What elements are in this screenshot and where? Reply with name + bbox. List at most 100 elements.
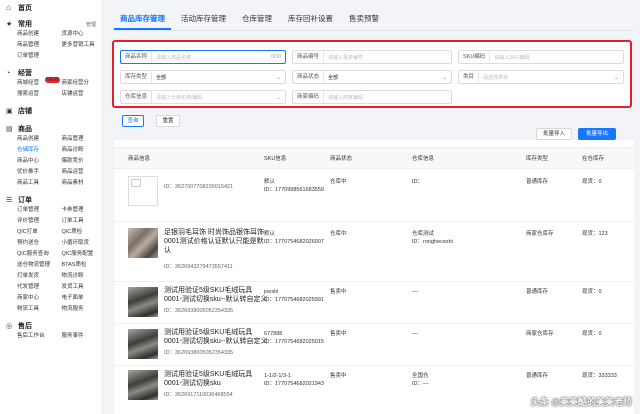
merchant-code-field[interactable]: 商家编码 请输入商家编码 [292, 90, 452, 104]
warehouse-name: — [412, 331, 418, 337]
sidebar-item[interactable]: 商品运营 [62, 168, 103, 177]
product-name-field[interactable]: 商品名称 请输入商品名称 0/30 [120, 50, 286, 64]
product-name[interactable]: 测试用验证5级SKU毛绒玩具0001-测试切换sku [164, 370, 268, 388]
main-content: 商品库存管理 活动库存管理 仓库管理 库存回补设置 售卖预警 商品名称 请输入商… [104, 0, 640, 414]
sidebar-section-header[interactable]: ★ 常用 管理 [0, 18, 102, 30]
warehouse-id: ID：rongheceshi [412, 239, 453, 245]
sidebar-section-header[interactable]: ☰ 订单 [0, 194, 102, 206]
stock-type: 商家仓库存 [526, 231, 554, 237]
sku-name: 默认 [264, 231, 276, 237]
sidebar-item[interactable]: 服务事件 [62, 332, 103, 341]
sidebar-item[interactable]: 商品创建 [17, 135, 58, 144]
sidebar-item[interactable]: 小循环取货 [62, 239, 103, 248]
sidebar-item[interactable]: QIC服务配置 [62, 250, 103, 259]
sidebar-item[interactable]: 发货工具 [62, 283, 103, 292]
sidebar-item[interactable]: 订单管理 [17, 52, 58, 61]
sidebar-item[interactable]: 商品工具 [17, 179, 58, 188]
sidebar-item[interactable]: 订单管理 [17, 206, 58, 215]
table-row[interactable]: 测试用验证5级SKU毛绒玩具0001-测试切换sku--默认转自定义 ID：36… [114, 282, 634, 324]
sidebar-item[interactable]: 送仓物流管理 [17, 261, 58, 270]
batch-export-button[interactable]: 批量导出 [578, 128, 616, 140]
sidebar-item[interactable]: QIC打单 [17, 228, 58, 237]
sidebar-item[interactable]: QIC质检 [62, 228, 103, 237]
stock-type-select[interactable]: 库存类型 全部 ⌄ [120, 70, 286, 84]
sidebar-item[interactable]: 商品诊断 [62, 146, 103, 155]
order-icon: ☰ [6, 197, 13, 204]
query-button[interactable]: 查询 [122, 115, 144, 127]
sidebar-item[interactable]: 售后工作台 [17, 332, 58, 341]
sidebar-item[interactable]: 打单发货 [17, 272, 58, 281]
category-placeholder: 请选择类目 [483, 74, 509, 81]
product-name-input[interactable]: 请输入商品名称 [152, 54, 271, 61]
batch-import-button[interactable]: 批量导入 [536, 128, 572, 140]
chart-icon: ◔ [6, 69, 11, 77]
sidebar-item[interactable]: 物流服务 [62, 305, 103, 314]
sidebar-item[interactable]: 物流工具 [17, 305, 58, 314]
sidebar-item[interactable]: 商品管理 [17, 41, 58, 50]
warehouse-placeholder: 请输入仓库名称/编码 [156, 94, 203, 101]
sidebar-item[interactable]: 爆款竞价 [62, 157, 103, 166]
chevron-down-icon: ⌄ [275, 74, 281, 81]
product-name[interactable]: 测试用验证5级SKU毛绒玩具0001-测试切换sku--默认转自定义 [164, 328, 268, 346]
sidebar-section-orders: ☰ 订单 订单管理 卡券管理 评价管理 订单工具 QIC打单 QIC质检 预约送… [0, 192, 102, 318]
product-code-field[interactable]: 商品编号 请输入更多编号 [292, 50, 452, 64]
tab-replenish[interactable]: 库存回补设置 [282, 8, 339, 30]
tab-warehouse[interactable]: 仓库管理 [236, 8, 278, 30]
sidebar-item[interactable]: 商品管理 [62, 135, 103, 144]
sidebar-item[interactable]: 电子面单 [62, 294, 103, 303]
sidebar-item[interactable]: 商家中心 [17, 294, 58, 303]
product-image [128, 176, 158, 206]
stock-type: 普通库存 [526, 179, 549, 185]
table-row[interactable]: 测试用验证5级SKU毛绒玩具0001-测试切换sku--默认转自定义 ID：36… [114, 324, 634, 366]
stock-qty: 现货：333333 [582, 373, 617, 379]
product-code-input[interactable]: 请输入更多编号 [324, 54, 451, 61]
sidebar-item[interactable]: 代发管理 [17, 283, 58, 292]
tab-product-stock[interactable]: 商品库存管理 [114, 8, 171, 30]
table-row[interactable]: ID：3627007708236015421 默认 ID：17709985616… [114, 170, 634, 222]
field-label: 商品名称 [121, 51, 153, 63]
product-name[interactable]: 测试用验证5级SKU毛绒玩具0001-测试切换sku--默认转自定义 [164, 286, 268, 304]
sidebar-item[interactable]: 物流诊断 [62, 272, 103, 281]
merchant-code-input[interactable]: 请输入商家编码 [324, 94, 451, 101]
product-image [128, 329, 158, 359]
sidebar-item[interactable]: 店铺运营 [62, 90, 103, 99]
tab-sale-alert[interactable]: 售卖预警 [343, 8, 385, 30]
sidebar-item[interactable]: 评价管理 [17, 217, 58, 226]
box-icon: ▤ [6, 126, 13, 133]
sidebar-item[interactable]: 搜索运营 [17, 90, 58, 99]
manage-link[interactable]: 管理 [86, 21, 96, 28]
sidebar-home[interactable]: ⌂ 首页 [0, 0, 102, 16]
sidebar-section-header[interactable]: ▣ 店铺 [0, 105, 102, 117]
sidebar-item[interactable]: 商品素材 [62, 179, 103, 188]
sidebar-item[interactable]: 商品创建 [17, 30, 58, 39]
sidebar-section-header[interactable]: ◎ 售后 [0, 320, 102, 332]
sidebar-item[interactable]: 预约送仓 [17, 239, 58, 248]
warehouse-select[interactable]: 仓库信息 请输入仓库名称/编码 ⌄ [120, 90, 286, 104]
sidebar-item[interactable]: 卡券管理 [62, 206, 103, 215]
sku-code-field[interactable]: SKU编码 请输入SKU编码 [458, 50, 624, 64]
field-label: 仓库信息 [121, 91, 153, 103]
sidebar-item-warehouse-stock[interactable]: 仓储库存 [17, 146, 58, 155]
sidebar-item[interactable]: 货源中心 [62, 30, 103, 39]
sidebar-item[interactable]: 订单工具 [62, 217, 103, 226]
reset-button[interactable]: 重置 [156, 115, 180, 127]
sidebar-item[interactable]: 商品中心 [17, 157, 58, 166]
sku-id: ID：1770754682026007 [264, 239, 324, 245]
product-image [128, 287, 158, 317]
sidebar-item[interactable]: 商家经营分 [62, 79, 103, 88]
sidebar-item[interactable]: 商城经营 NEW [17, 77, 60, 88]
sku-code-input[interactable]: 请输入SKU编码 [490, 54, 623, 61]
sidebar-item[interactable]: QIC服务查询 [17, 250, 58, 259]
category-select[interactable]: 类目 请选择类目 ⌄ [458, 70, 624, 84]
sidebar-item[interactable]: 优价推手 [17, 168, 58, 177]
sidebar-item[interactable]: BTAS质检 [62, 261, 103, 270]
tab-activity-stock[interactable]: 活动库存管理 [175, 8, 232, 30]
table-row[interactable]: 足银羽毛耳饰 时尚饰品银饰耳饰0001测试价格认证默认只能是默认 ID：3626… [114, 222, 634, 282]
warehouse-id: ID： [412, 179, 424, 185]
sidebar-item[interactable]: 更多营销工具 [62, 41, 103, 50]
product-status-select[interactable]: 商品状态 全部 ⌄ [292, 70, 452, 84]
home-icon: ⌂ [6, 3, 11, 12]
sku-id: ID：1770998561683559 [264, 187, 324, 193]
sidebar-section-header[interactable]: ▤ 商品 [0, 123, 102, 135]
product-name[interactable]: 足银羽毛耳饰 时尚饰品银饰耳饰0001测试价格认证默认只能是默认 [164, 228, 268, 255]
